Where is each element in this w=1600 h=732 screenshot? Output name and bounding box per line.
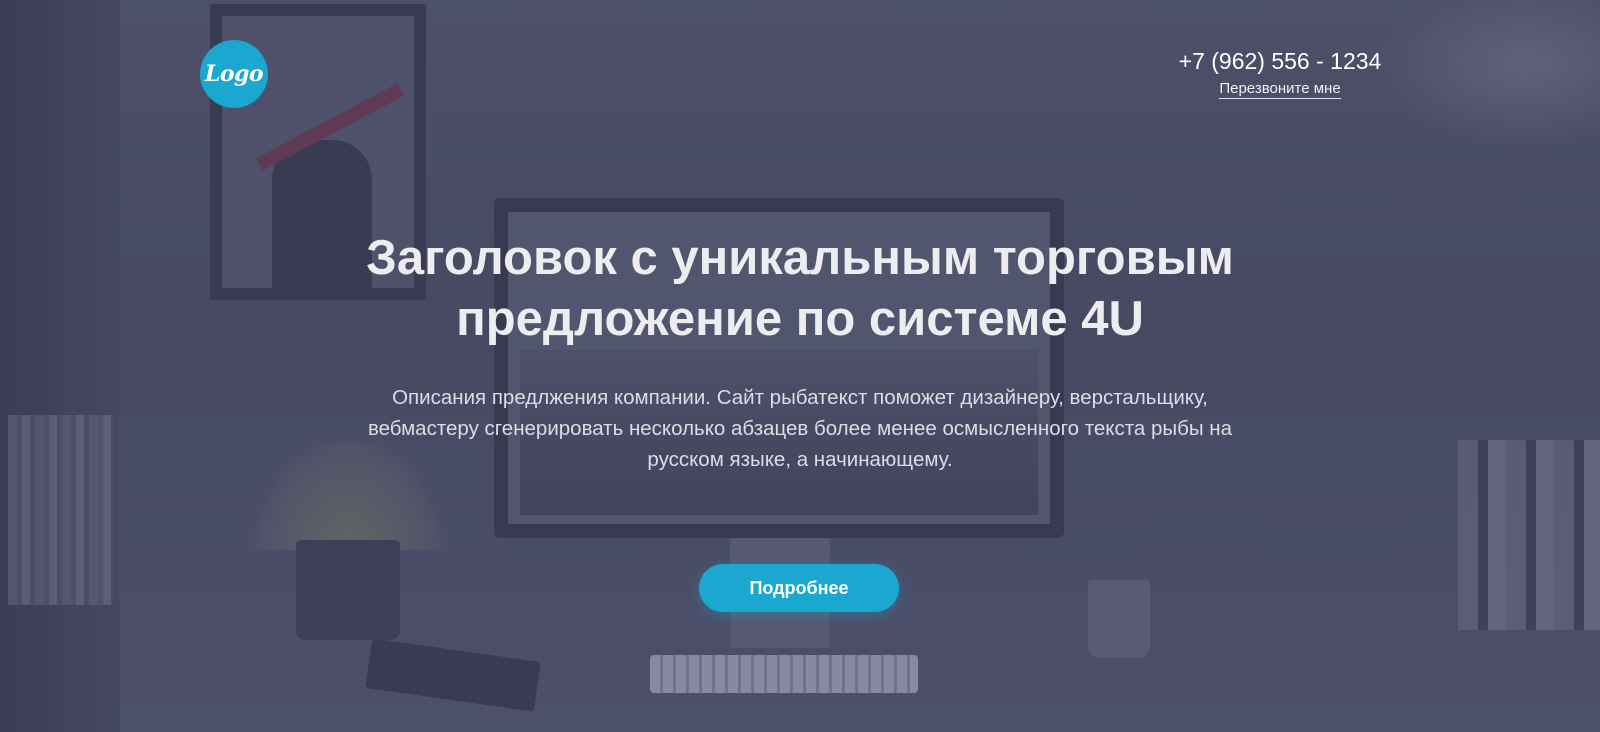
contact-block: +7 (962) 556 - 1234 Перезвоните мне <box>1160 48 1400 99</box>
callback-link[interactable]: Перезвоните мне <box>1219 80 1341 99</box>
description-line-3: русском языке, а начинающему. <box>647 448 953 471</box>
more-details-button[interactable]: Подробнее <box>699 564 899 612</box>
logo-text: Logo <box>204 61 264 87</box>
phone-number[interactable]: +7 (962) 556 - 1234 <box>1160 48 1400 75</box>
headline-line-2: предложение по системе 4U <box>456 292 1144 346</box>
hero-section: Logo +7 (962) 556 - 1234 Перезвоните мне… <box>0 0 1600 732</box>
description-line-2: вебмастеру сгенерировать несколько абзац… <box>367 417 1233 440</box>
dark-overlay <box>0 0 1600 732</box>
logo[interactable]: Logo <box>200 40 268 108</box>
hero-headline: Заголовок с уникальным торговым предложе… <box>200 228 1400 350</box>
hero-description: Описания предлжения компании. Сайт рыбат… <box>320 382 1280 475</box>
description-line-1: Описания предлжения компании. Сайт рыбат… <box>392 386 1208 409</box>
headline-line-1: Заголовок с уникальным торговым <box>366 231 1234 285</box>
